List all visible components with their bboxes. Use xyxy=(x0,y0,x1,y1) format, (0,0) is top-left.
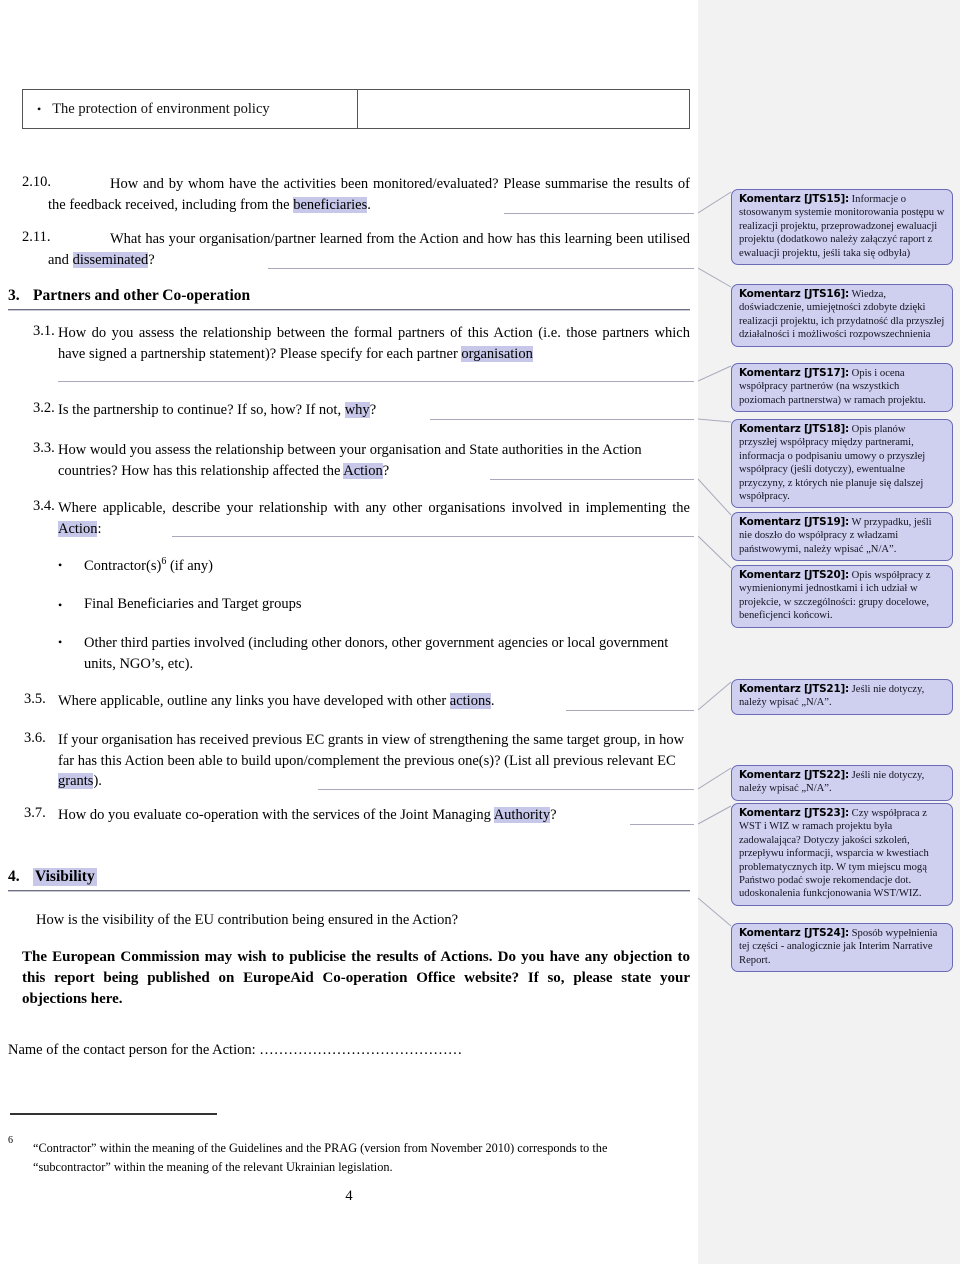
comment-leader-9 xyxy=(630,824,694,825)
commented-text-organisation[interactable]: organisation xyxy=(461,345,533,362)
item-text-3-3: How would you assess the relationship be… xyxy=(58,442,642,479)
bullet-text: Contractor(s)6 (if any) xyxy=(84,556,214,574)
comment-label: Komentarz [JTS18]: xyxy=(739,423,849,435)
contact-person-line[interactable]: Name of the contact person for the Actio… xyxy=(8,1040,678,1061)
item-text-3-4: Where applicable, describe your relation… xyxy=(58,500,690,537)
comment-jts23[interactable]: Komentarz [JTS23]: Czy współpraca z WST … xyxy=(731,803,953,906)
item-text-3-1: How do you assess the relationship betwe… xyxy=(58,325,690,362)
table-cell-label: • The protection of environment policy xyxy=(23,90,358,128)
comment-leader-7 xyxy=(566,710,694,711)
item-text-3-2: Is the partnership to continue? If so, h… xyxy=(58,402,377,418)
comment-label: Komentarz [JTS16]: xyxy=(739,288,849,300)
comment-leader-8 xyxy=(318,789,694,790)
table-cell-answer[interactable] xyxy=(358,90,689,128)
comment-label: Komentarz [JTS20]: xyxy=(739,569,849,581)
comment-label: Komentarz [JTS22]: xyxy=(739,769,849,781)
comment-leader-5 xyxy=(490,479,694,480)
comment-jts18[interactable]: Komentarz [JTS18]: Opis planów przyszłej… xyxy=(731,419,953,509)
comment-body: Czy współpraca z WST i WIZ w ramach proj… xyxy=(739,808,929,900)
section-3-rule xyxy=(8,309,690,311)
comment-jts17[interactable]: Komentarz [JTS17]: Opis i ocena współpra… xyxy=(731,363,953,413)
footnote-mark: 6 xyxy=(8,1135,13,1146)
bullet-icon: • xyxy=(58,558,63,572)
commented-text-actions[interactable]: actions xyxy=(449,693,491,709)
comment-jts24[interactable]: Komentarz [JTS24]: Sposób wypełnienia te… xyxy=(731,923,953,973)
bullet-item-third-parties: • Other third parties involved (includin… xyxy=(58,633,682,674)
bullet-text: Final Beneficiaries and Target groups xyxy=(84,596,302,612)
bullet-item-final-beneficiaries: • Final Beneficiaries and Target groups xyxy=(58,596,678,613)
comment-jts21[interactable]: Komentarz [JTS21]: Jeśli nie dotyczy, na… xyxy=(731,679,953,715)
commented-text-action-34[interactable]: Action xyxy=(58,520,98,537)
item-number-3-3: 3.3. xyxy=(33,440,55,456)
bullet-icon: • xyxy=(37,102,42,116)
section-3-title: Partners and other Co-operation xyxy=(33,287,251,304)
item-number-2-11: 2.11. xyxy=(22,229,51,245)
comment-connectors xyxy=(698,180,734,1130)
comment-leader-2 xyxy=(268,268,694,269)
commented-text-beneficiaries[interactable]: beneficiaries xyxy=(293,196,368,213)
section-4-rule xyxy=(8,890,690,892)
comment-leader-6 xyxy=(172,536,694,537)
bullet-item-contractors: • Contractor(s)6 (if any) xyxy=(58,556,678,575)
commented-text-disseminated[interactable]: disseminated xyxy=(72,251,149,268)
comment-jts20[interactable]: Komentarz [JTS20]: Opis współpracy z wym… xyxy=(731,565,953,628)
item-number-3-6: 3.6. xyxy=(24,730,46,746)
item-text-2-10: How and by whom have the activities been… xyxy=(48,176,690,213)
comment-jts19[interactable]: Komentarz [JTS19]: W przypadku, jeśli ni… xyxy=(731,512,953,562)
item-number-3-7: 3.7. xyxy=(24,805,46,821)
comment-jts22[interactable]: Komentarz [JTS22]: Jeśli nie dotyczy, na… xyxy=(731,765,953,801)
visibility-statement: The European Commission may wish to publ… xyxy=(22,949,690,1007)
document-page: • The protection of environment policy 2… xyxy=(0,0,698,1264)
bullet-icon: • xyxy=(58,598,63,612)
item-number-3-2: 3.2. xyxy=(33,400,55,416)
item-text-3-6: If your organisation has received previo… xyxy=(58,732,685,789)
comments-rail: Komentarz [JTS15]: Informacje o stosowan… xyxy=(698,0,960,1264)
bullet-text: Other third parties involved (including … xyxy=(84,635,669,672)
section-4-number: 4. xyxy=(8,868,20,885)
bullet-icon: • xyxy=(58,635,63,649)
comment-label: Komentarz [JTS15]: xyxy=(739,193,849,205)
comment-leader-3 xyxy=(58,381,694,382)
item-text-2-11: What has your organisation/partner learn… xyxy=(48,231,690,268)
comment-jts16[interactable]: Komentarz [JTS16]: Wiedza, doświadczenie… xyxy=(731,284,953,347)
item-number-3-1: 3.1. xyxy=(33,323,55,339)
section-3-number: 3. xyxy=(8,287,20,304)
comment-jts15[interactable]: Komentarz [JTS15]: Informacje o stosowan… xyxy=(731,189,953,266)
footnote-separator xyxy=(10,1113,217,1115)
item-number-3-4: 3.4. xyxy=(33,498,55,514)
commented-text-grants[interactable]: grants xyxy=(58,773,94,789)
item-text-3-7: How do you evaluate co-operation with th… xyxy=(58,807,557,823)
table-cell-text: The protection of environment policy xyxy=(52,100,270,117)
item-number-3-5: 3.5. xyxy=(24,691,46,707)
comment-body: Opis planów przyszłej współpracy między … xyxy=(739,424,926,503)
comment-label: Komentarz [JTS19]: xyxy=(739,516,849,528)
comment-leader-1 xyxy=(504,213,694,214)
commented-text-why[interactable]: why xyxy=(344,402,370,418)
item-text-3-5: Where applicable, outline any links you … xyxy=(58,693,495,709)
footnote-ref[interactable]: 6 xyxy=(161,556,166,567)
comment-label: Komentarz [JTS23]: xyxy=(739,807,849,819)
comment-label: Komentarz [JTS21]: xyxy=(739,683,849,695)
footnote-text: “Contractor” within the meaning of the G… xyxy=(33,1141,608,1174)
comment-label: Komentarz [JTS24]: xyxy=(739,927,849,939)
commented-text-action-33[interactable]: Action xyxy=(343,462,383,479)
comment-leader-4 xyxy=(430,419,694,420)
visibility-question: How is the visibility of the EU contribu… xyxy=(36,912,459,928)
environment-policy-table: • The protection of environment policy xyxy=(22,89,690,129)
section-4-title[interactable]: Visibility xyxy=(33,868,97,886)
item-number-2-10: 2.10. xyxy=(22,174,51,190)
comment-label: Komentarz [JTS17]: xyxy=(739,367,849,379)
commented-text-authority[interactable]: Authority xyxy=(493,807,551,823)
page-number: 4 xyxy=(345,1188,353,1204)
